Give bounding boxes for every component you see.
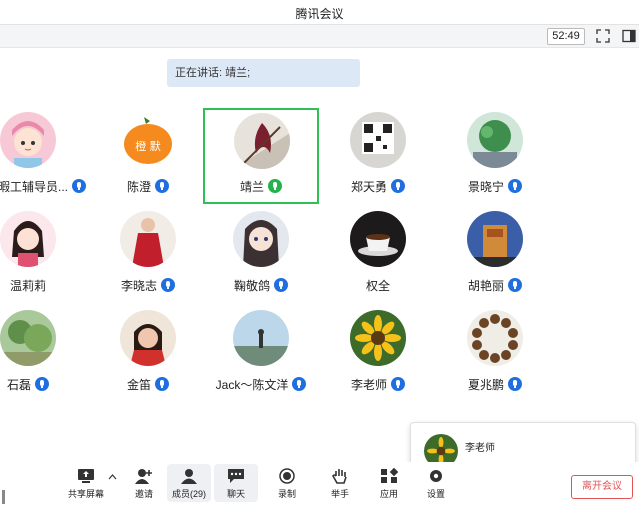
participant-name: 权全 [365, 279, 390, 293]
avatar [350, 112, 406, 168]
avatar: 橙 默 [120, 112, 176, 168]
microphone-icon[interactable] [274, 278, 288, 292]
participant-tile[interactable]: 郑天勇 [320, 108, 436, 204]
chevron-up-icon[interactable] [108, 474, 117, 480]
participant-name: 夏兆鹏 [437, 376, 553, 393]
avatar [233, 310, 289, 366]
avatar [0, 112, 56, 168]
share-screen-button[interactable]: 共享屏幕 [64, 464, 108, 502]
avatar [467, 211, 523, 267]
participant-tile[interactable]: 橙 默 陈澄 [90, 108, 206, 204]
avatar [120, 211, 176, 267]
microphone-icon[interactable] [508, 278, 522, 292]
settings-button[interactable]: 设置 [414, 464, 458, 502]
microphone-icon[interactable] [35, 377, 49, 391]
participant-tile[interactable]: 金笛 [90, 306, 206, 402]
participant-tile[interactable]: 石磊 [0, 306, 86, 402]
microphone-talking-icon[interactable] [268, 179, 282, 193]
participant-name: 金笛 [90, 376, 206, 393]
popup-participant-name: 李老师 [465, 443, 495, 454]
chat-button[interactable]: 聊天 [214, 464, 258, 502]
record-icon [279, 468, 295, 484]
invite-label: 邀请 [134, 489, 153, 499]
participant-name: 李晓志 [90, 277, 206, 294]
participant-tile[interactable]: 夏兆鹏 [437, 306, 553, 402]
title-bar: 腾讯会议 [0, 0, 639, 25]
hand-icon [332, 469, 347, 484]
microphone-icon[interactable] [155, 179, 169, 193]
avatar [234, 113, 290, 169]
participant-name: 景晓宁 [437, 178, 553, 195]
invite-button[interactable]: 邀请 [122, 464, 166, 502]
participant-tile[interactable]: Jack～陈文洋 [203, 306, 319, 402]
apps-label: 应用 [379, 489, 398, 499]
avatar [120, 310, 176, 366]
record-button[interactable]: 录制 [265, 464, 309, 502]
share-screen-label: 共享屏幕 [67, 489, 104, 499]
share-screen-icon [78, 469, 94, 483]
participant-name: 李老师 [320, 376, 436, 393]
participant-name: 陈澄 [90, 178, 206, 195]
raise-hand-label: 举手 [330, 489, 349, 499]
avatar [233, 211, 289, 267]
scrollbar[interactable] [2, 490, 5, 504]
record-label: 录制 [277, 489, 296, 499]
microphone-icon[interactable] [508, 179, 522, 193]
participant-name: 鞠敬鸽 [203, 277, 319, 294]
participant-name: 郑天勇 [320, 178, 436, 195]
participant-tile[interactable]: 胡艳丽 [437, 207, 553, 303]
top-toolbar: 52:49 [0, 25, 639, 48]
participant-tile-active-speaker[interactable]: 靖兰 [203, 108, 319, 204]
participant-name: 靖兰 [205, 178, 317, 195]
participant-tile[interactable]: 鞠敬鸽 [203, 207, 319, 303]
apps-button[interactable]: 应用 [367, 464, 411, 502]
avatar [0, 310, 56, 366]
gear-icon [430, 470, 442, 482]
members-button[interactable]: 成员(29) [167, 464, 211, 502]
sidebar-toggle-icon[interactable] [622, 29, 636, 43]
settings-label: 设置 [426, 489, 445, 499]
participant-name: 石磊 [0, 376, 86, 393]
participant-name: Jack～陈文洋 [203, 376, 319, 393]
microphone-icon[interactable] [155, 377, 169, 391]
leave-meeting-button[interactable]: 离开会议 [571, 475, 633, 499]
avatar [467, 112, 523, 168]
microphone-icon[interactable] [292, 377, 307, 391]
add-user-icon [135, 469, 152, 484]
participant-tile[interactable]: 李老师 [320, 306, 436, 402]
participant-tile[interactable]: 暇工辅导员... [0, 108, 87, 204]
window-title: 腾讯会议 [295, 7, 344, 21]
meeting-timer: 52:49 [547, 28, 585, 45]
participant-tile[interactable]: 权全 [320, 207, 436, 303]
bottom-toolbar: 共享屏幕 邀请 成员(29) 聊天 录制 举手 应用 设置 [0, 462, 639, 505]
members-icon [181, 469, 197, 484]
chat-label: 聊天 [226, 489, 245, 499]
avatar [350, 310, 406, 366]
microphone-icon[interactable] [391, 179, 405, 193]
avatar [350, 211, 406, 267]
participant-name: 温莉莉 [9, 279, 46, 293]
raise-hand-button[interactable]: 举手 [318, 464, 362, 502]
microphone-icon[interactable] [508, 377, 522, 391]
apps-icon [381, 468, 398, 483]
fullscreen-icon[interactable] [596, 29, 610, 43]
microphone-icon[interactable] [391, 377, 405, 391]
participant-tile[interactable]: 李晓志 [90, 207, 206, 303]
avatar-label: 橙 默 [135, 139, 161, 153]
members-label: 成员(29) [171, 489, 206, 499]
chat-icon [228, 469, 244, 483]
avatar [0, 211, 56, 267]
participant-tile[interactable]: 景晓宁 [437, 108, 553, 204]
microphone-icon[interactable] [72, 179, 87, 193]
participant-name: 胡艳丽 [437, 277, 553, 294]
participant-tile[interactable]: 温莉莉 [0, 207, 86, 303]
microphone-icon[interactable] [161, 278, 175, 292]
avatar [467, 310, 523, 366]
active-speaker-banner: 正在讲话: 靖兰; [167, 59, 360, 87]
